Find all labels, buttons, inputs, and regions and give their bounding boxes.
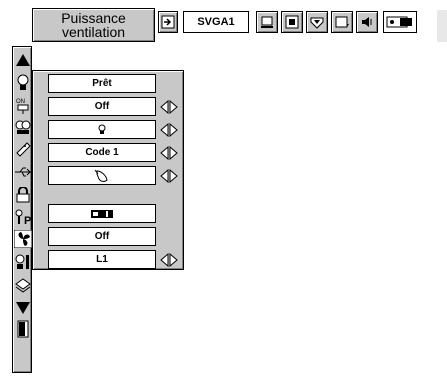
projector-small-icon	[90, 208, 114, 220]
lamp-small-icon	[97, 124, 107, 136]
signal-text: SVGA1	[197, 16, 235, 28]
up-arrow-icon[interactable]	[14, 51, 32, 69]
lamp-mode-arrows[interactable]	[160, 123, 178, 137]
fan-icon[interactable]	[14, 230, 32, 248]
fan-control-value-box[interactable]: L1	[48, 250, 156, 269]
lamp-reset-icon[interactable]	[14, 253, 32, 271]
fan-control-value: L1	[96, 254, 108, 265]
sound-icon[interactable]	[356, 11, 378, 33]
picture-adjust-icon[interactable]	[306, 11, 328, 33]
screen-icon[interactable]	[331, 11, 353, 33]
menu-title-line1: Puissance	[61, 10, 126, 26]
power-on-value-box[interactable]: Off	[48, 97, 156, 116]
pin-lock-value-box[interactable]: Off	[48, 227, 156, 246]
lamp-icon[interactable]	[14, 74, 32, 92]
menu-title-line2: ventilation	[61, 24, 126, 40]
pin-lock-value: Off	[94, 231, 110, 242]
power-plug-icon[interactable]: ON	[14, 97, 32, 115]
pointer-value-box[interactable]	[48, 166, 156, 185]
status-value: Prêt	[92, 78, 112, 89]
usb-connector-icon[interactable]	[14, 163, 32, 181]
computer-icon[interactable]	[256, 11, 278, 33]
filter-icon[interactable]	[14, 276, 32, 294]
status-value-box: Prêt	[48, 74, 156, 93]
menu-title: Puissance ventilation	[32, 8, 155, 42]
remote-code-value: Code 1	[85, 147, 119, 158]
key-lock-value-box[interactable]	[48, 204, 156, 223]
window-edge	[437, 10, 447, 42]
fan-control-arrows[interactable]	[160, 253, 178, 267]
down-arrow-icon[interactable]	[14, 299, 32, 317]
remote-control-icon[interactable]	[14, 140, 32, 158]
signal-label: SVGA1	[183, 11, 249, 33]
lamp-mode-value-box[interactable]	[48, 120, 156, 139]
lock-icon[interactable]	[14, 186, 32, 204]
remote-code-value-box[interactable]: Code 1	[48, 143, 156, 162]
projector-icon[interactable]	[383, 11, 417, 33]
exit-door-icon[interactable]	[14, 320, 32, 338]
image-icon[interactable]	[281, 11, 303, 33]
power-on-arrows[interactable]	[160, 100, 178, 114]
pointer-arrows[interactable]	[160, 169, 178, 183]
power-on-value: Off	[94, 101, 110, 112]
svg-text:ON: ON	[16, 99, 25, 105]
lamp-control-icon[interactable]	[14, 118, 32, 136]
remote-code-arrows[interactable]	[160, 146, 178, 160]
mouse-icon	[94, 169, 110, 183]
key-pin-icon[interactable]: P	[14, 208, 32, 226]
svg-text:P: P	[24, 215, 31, 226]
input-icon[interactable]	[158, 11, 178, 33]
